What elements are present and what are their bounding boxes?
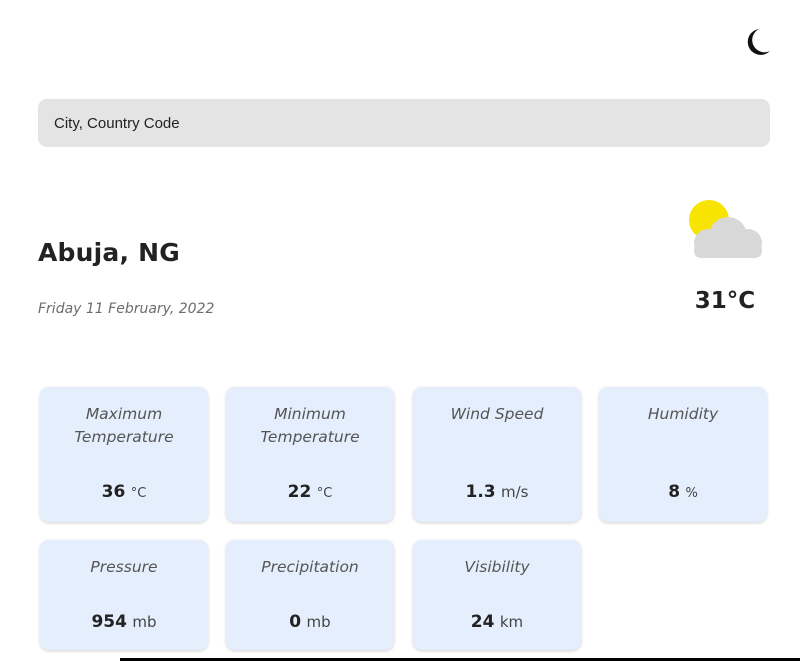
stat-label: Visibility	[464, 558, 530, 576]
stat-value: 22 °C	[287, 482, 333, 502]
moon-icon	[747, 29, 770, 55]
current-temperature: 31°C	[694, 288, 756, 314]
stat-value: 954 mb	[91, 612, 157, 632]
stat-label: Humidity	[647, 405, 719, 423]
stat-card-precipitation: Precipitation 0 mb	[226, 540, 394, 650]
stat-card-max-temp: Maximum Temperature 36 °C	[40, 387, 208, 522]
stat-value: 0 mb	[289, 612, 331, 632]
stat-card-visibility: Visibility 24 km	[413, 540, 581, 650]
stat-label: Precipitation	[261, 558, 359, 576]
stat-value: 8 %	[668, 482, 698, 502]
stat-card-humidity: Humidity 8 %	[599, 387, 767, 522]
stat-card-wind-speed: Wind Speed 1.3 m/s	[413, 387, 581, 522]
current-date: Friday 11 February, 2022	[38, 301, 215, 317]
stat-value: 36 °C	[101, 482, 147, 502]
stat-value: 1.3 m/s	[465, 482, 529, 502]
stat-label: Maximum Temperature	[74, 405, 174, 446]
weather-app: Abuja, NG Friday 11 February, 2022 31°C …	[0, 0, 800, 661]
stat-label: Pressure	[90, 558, 158, 576]
city-search-input[interactable]	[38, 99, 770, 147]
theme-toggle-button[interactable]	[738, 24, 774, 60]
stat-card-pressure: Pressure 954 mb	[40, 540, 208, 650]
city-name: Abuja, NG	[38, 238, 180, 267]
stat-label: Minimum Temperature	[260, 405, 360, 446]
stat-value: 24 km	[470, 612, 524, 632]
partly-cloudy-icon	[689, 200, 762, 258]
stat-label: Wind Speed	[450, 405, 544, 423]
stat-card-min-temp: Minimum Temperature 22 °C	[226, 387, 394, 522]
